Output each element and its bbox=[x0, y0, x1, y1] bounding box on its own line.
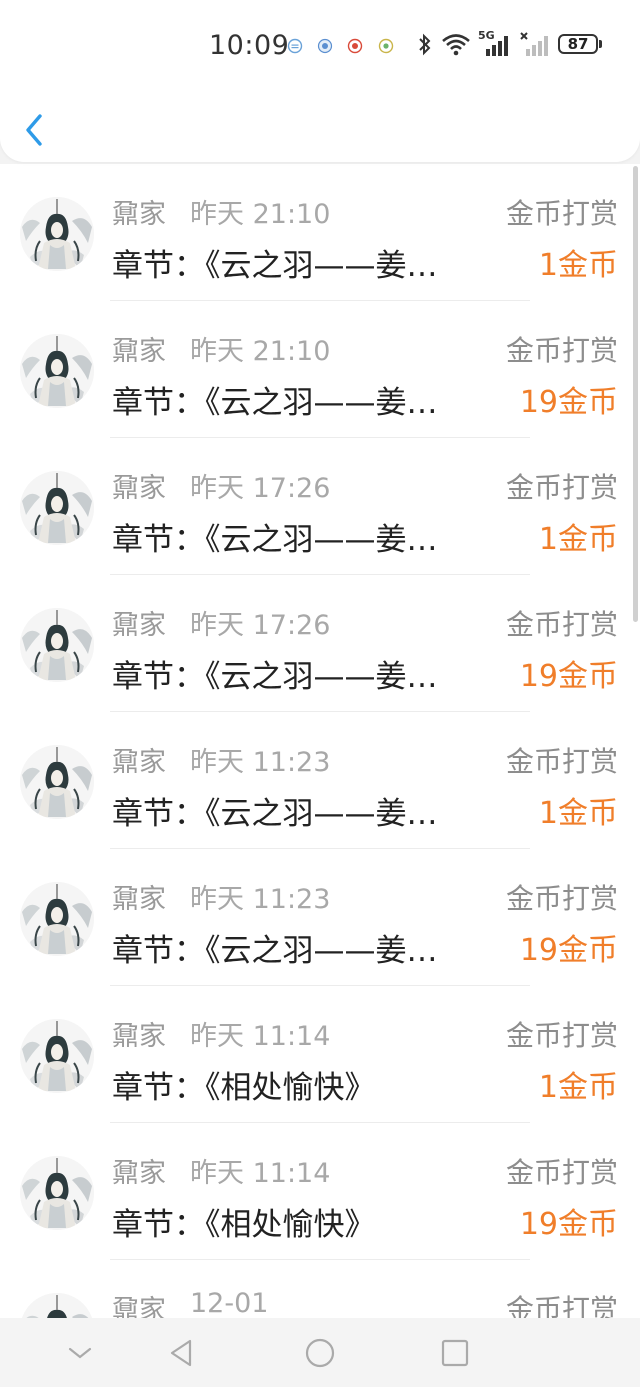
coin-amount: 1金币 bbox=[538, 1070, 618, 1105]
avatar[interactable] bbox=[20, 882, 94, 956]
record-time: 昨天 17:26 bbox=[190, 473, 331, 504]
coin-amount: 1金币 bbox=[538, 796, 618, 831]
avatar[interactable] bbox=[20, 608, 94, 682]
wifi-icon bbox=[442, 34, 470, 56]
avatar[interactable] bbox=[20, 1019, 94, 1093]
avatar[interactable] bbox=[20, 471, 94, 545]
record-type: 金币打赏 bbox=[505, 608, 618, 641]
avatar-image bbox=[20, 471, 94, 545]
reward-record-item[interactable]: 鼐家 昨天 11:23 金币打赏 章节：《云之羽——姜… 1金币 bbox=[0, 712, 640, 849]
coin-amount: 19金币 bbox=[519, 933, 618, 968]
coin-amount: 19金币 bbox=[519, 659, 618, 694]
record-time: 昨天 17:26 bbox=[190, 610, 331, 641]
battery-level: 87 bbox=[567, 35, 589, 53]
status-time: 10:09 bbox=[209, 30, 290, 61]
coin-amount: 1金币 bbox=[538, 248, 618, 283]
avatar[interactable] bbox=[20, 745, 94, 819]
avatar-image bbox=[20, 745, 94, 819]
record-time: 12-01 bbox=[190, 1288, 269, 1319]
record-type: 金币打赏 bbox=[505, 745, 618, 778]
sender-name: 鼐家 bbox=[112, 1158, 166, 1189]
avatar-image bbox=[20, 1156, 94, 1230]
app-header: 10:09 5G 87 bbox=[0, 0, 640, 162]
notification-icon bbox=[317, 38, 333, 54]
chapter-title: 章节：《云之羽——姜… bbox=[112, 522, 438, 558]
record-time: 昨天 11:14 bbox=[190, 1021, 331, 1052]
chapter-title: 章节：《云之羽——姜… bbox=[112, 248, 438, 284]
record-type: 金币打赏 bbox=[505, 1156, 618, 1189]
sender-name: 鼐家 bbox=[112, 747, 166, 778]
record-type: 金币打赏 bbox=[505, 1293, 618, 1319]
record-time: 昨天 21:10 bbox=[190, 336, 331, 367]
signal-off-icon bbox=[520, 32, 548, 56]
sender-name: 鼐家 bbox=[112, 473, 166, 504]
sender-name: 鼐家 bbox=[112, 1021, 166, 1052]
home-circle-icon[interactable] bbox=[303, 1336, 337, 1370]
record-time: 昨天 11:14 bbox=[190, 1158, 331, 1189]
avatar[interactable] bbox=[20, 1156, 94, 1230]
record-time: 昨天 11:23 bbox=[190, 747, 331, 778]
chapter-title: 章节：《云之羽——姜… bbox=[112, 385, 438, 421]
chapter-title: 章节：《相处愉快》 bbox=[112, 1070, 376, 1106]
reward-record-item[interactable]: 鼐家 昨天 17:26 金币打赏 章节：《云之羽——姜… 1金币 bbox=[0, 438, 640, 575]
chapter-title: 章节：《云之羽——姜… bbox=[112, 933, 438, 969]
back-triangle-icon[interactable] bbox=[166, 1336, 200, 1370]
chevron-left-icon bbox=[26, 114, 42, 146]
sender-name: 鼐家 bbox=[112, 884, 166, 915]
scrollbar[interactable] bbox=[633, 166, 638, 622]
avatar-image bbox=[20, 334, 94, 408]
record-type: 金币打赏 bbox=[505, 334, 618, 367]
record-time: 昨天 21:10 bbox=[190, 199, 331, 230]
record-type: 金币打赏 bbox=[505, 1019, 618, 1052]
battery-icon: 87 bbox=[558, 34, 602, 54]
notification-icon bbox=[287, 38, 303, 54]
reward-record-item[interactable]: 鼐家 昨天 17:26 金币打赏 章节：《云之羽——姜… 19金币 bbox=[0, 575, 640, 712]
record-type: 金币打赏 bbox=[505, 197, 618, 230]
system-nav-bar bbox=[0, 1318, 640, 1387]
sender-name: 鼐家 bbox=[112, 1295, 166, 1319]
chevron-down-icon[interactable] bbox=[63, 1336, 97, 1370]
reward-record-item[interactable]: 鼐家 昨天 11:14 金币打赏 章节：《相处愉快》 1金币 bbox=[0, 986, 640, 1123]
notification-icon bbox=[378, 38, 394, 54]
coin-amount: 1金币 bbox=[538, 522, 618, 557]
avatar[interactable] bbox=[20, 197, 94, 271]
coin-amount: 19金币 bbox=[519, 1207, 618, 1242]
chapter-title: 章节：《云之羽——姜… bbox=[112, 796, 438, 832]
chapter-title: 章节：《相处愉快》 bbox=[112, 1207, 376, 1243]
record-type: 金币打赏 bbox=[505, 471, 618, 504]
avatar-image bbox=[20, 608, 94, 682]
reward-record-item[interactable]: 鼐家 昨天 11:14 金币打赏 章节：《相处愉快》 19金币 bbox=[0, 1123, 640, 1260]
reward-record-item[interactable]: 鼐家 昨天 21:10 金币打赏 章节：《云之羽——姜… 1金币 bbox=[0, 164, 640, 301]
signal-icon bbox=[486, 36, 508, 56]
record-time: 昨天 11:23 bbox=[190, 884, 331, 915]
recents-square-icon[interactable] bbox=[438, 1336, 472, 1370]
avatar-image bbox=[20, 197, 94, 271]
notification-icon bbox=[347, 38, 363, 54]
coin-amount: 19金币 bbox=[519, 385, 618, 420]
reward-record-item[interactable]: 鼐家 昨天 21:10 金币打赏 章节：《云之羽——姜… 19金币 bbox=[0, 301, 640, 438]
chapter-title: 章节：《云之羽——姜… bbox=[112, 659, 438, 695]
back-button[interactable] bbox=[18, 108, 54, 152]
reward-record-item[interactable]: 鼐家 昨天 11:23 金币打赏 章节：《云之羽——姜… 19金币 bbox=[0, 849, 640, 986]
reward-record-item[interactable]: 鼐家 12-01 金币打赏 bbox=[0, 1260, 640, 1319]
sender-name: 鼐家 bbox=[112, 199, 166, 230]
avatar-image bbox=[20, 882, 94, 956]
record-type: 金币打赏 bbox=[505, 882, 618, 915]
bluetooth-icon bbox=[419, 33, 431, 56]
avatar-image bbox=[20, 1293, 94, 1319]
avatar[interactable] bbox=[20, 1293, 94, 1319]
avatar[interactable] bbox=[20, 334, 94, 408]
sender-name: 鼐家 bbox=[112, 610, 166, 641]
sender-name: 鼐家 bbox=[112, 336, 166, 367]
reward-record-list[interactable]: 鼐家 昨天 21:10 金币打赏 章节：《云之羽——姜… 1金币 鼐家 昨天 2… bbox=[0, 164, 640, 1319]
avatar-image bbox=[20, 1019, 94, 1093]
status-bar: 10:09 5G 87 bbox=[0, 24, 640, 68]
